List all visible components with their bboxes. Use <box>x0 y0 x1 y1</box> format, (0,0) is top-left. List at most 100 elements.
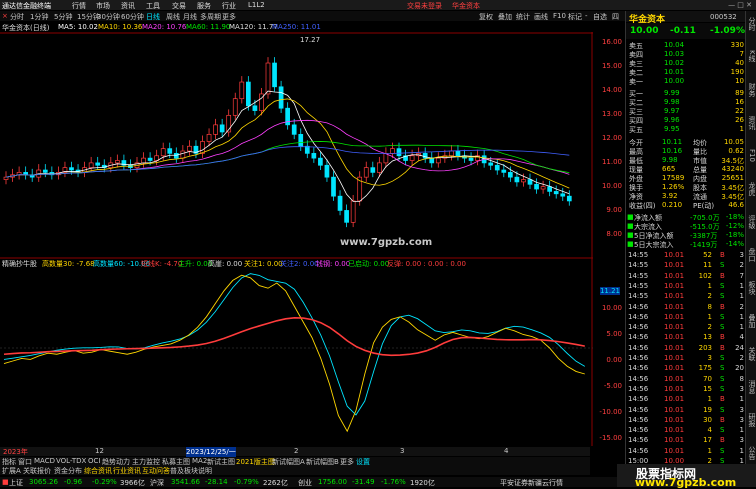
sidebar-item[interactable]: 龙虎 <box>748 182 756 196</box>
menu-item-tools[interactable]: 工具 <box>146 1 160 11</box>
tick-row[interactable]: 14:55 10.01 102 B 7 <box>626 272 746 281</box>
tick-row[interactable]: 14:56 10.01 8 B 2 <box>626 303 746 312</box>
menu-item-industry[interactable]: 行业 <box>222 1 236 11</box>
flow-row[interactable]: ■ 5日大宗流入 -1419万 -14% <box>626 240 746 249</box>
period-tab-60min[interactable]: 60分钟 <box>121 12 144 22</box>
sell-level-row[interactable]: 卖五 10.04 330 <box>626 41 746 50</box>
sidebar-item[interactable]: 关联 <box>748 347 756 361</box>
tab-fund-distribution[interactable]: 资金分布 <box>54 466 82 476</box>
buy-level-row[interactable]: 买一 9.99 89 <box>626 89 746 98</box>
tab-ma2[interactable]: MA2 <box>192 457 207 465</box>
tick-row[interactable]: 14:55 10.01 52 B 3 <box>626 251 746 260</box>
buy-level-row[interactable]: 买五 9.95 1 <box>626 125 746 134</box>
tab-sector-info[interactable]: 普及板块说明 <box>170 466 212 476</box>
sidebar-item[interactable]: 研报 <box>748 413 756 427</box>
stat-row[interactable]: 今开 10.11 均价 10.05 <box>626 138 746 147</box>
buy-level-row[interactable]: 买二 9.98 16 <box>626 98 746 107</box>
tick-row[interactable]: 14:56 10.01 15 S 3 <box>626 385 746 394</box>
tick-row[interactable]: 14:56 10.01 175 S 20 <box>626 364 746 373</box>
menu-item-news[interactable]: 资讯 <box>121 1 135 11</box>
tab-related-quotes[interactable]: 关联报价 <box>23 466 51 476</box>
menu-item-service[interactable]: 服务 <box>197 1 211 11</box>
sidebar-item[interactable]: 评级 <box>748 215 756 229</box>
toolbar-adjust[interactable]: 复权 <box>479 12 493 22</box>
toolbar-f10[interactable]: F10 <box>553 12 566 20</box>
period-tab-multi[interactable]: 多周期 <box>200 12 221 22</box>
stat-row[interactable]: 最低 9.98 市值 34.5亿 <box>626 156 746 165</box>
sidebar-item[interactable]: 板块 <box>748 281 756 295</box>
window-controls[interactable]: — □ ✕ <box>728 1 752 9</box>
tick-row[interactable]: 14:55 10.01 11 S 2 <box>626 261 746 270</box>
sell-level-row[interactable]: 卖三 10.02 40 <box>626 59 746 68</box>
tick-row[interactable]: 14:56 10.01 2 S 1 <box>626 323 746 332</box>
period-tab-more[interactable]: 更多 <box>222 12 236 22</box>
menu-item-quotes[interactable]: 行情 <box>72 1 86 11</box>
tab-ext-a[interactable]: 扩展A <box>2 466 21 476</box>
toolbar-stats[interactable]: 统计 <box>516 12 530 22</box>
sell-level-row[interactable]: 卖四 10.03 7 <box>626 50 746 59</box>
sidebar-item[interactable]: 消息 <box>748 380 756 394</box>
sell-level-row[interactable]: 卖一 10.00 10 <box>626 77 746 86</box>
tick-row[interactable]: 14:56 10.01 1 B 1 <box>626 395 746 404</box>
tab-vol-tdx[interactable]: VOL-TDX <box>56 457 86 465</box>
stat-row[interactable]: 最高 10.16 量比 0.62 <box>626 147 746 156</box>
flow-row[interactable]: ■ 大宗流入 -515.0万 -12% <box>626 222 746 231</box>
tab-industry-news[interactable]: 行业资讯 <box>113 466 141 476</box>
period-tab-daily[interactable]: 日线 <box>146 12 160 22</box>
sidebar-item[interactable]: F10 <box>748 149 756 162</box>
stat-row[interactable]: 收益(四) 0.210 PE(动) 46.6 <box>626 201 746 210</box>
period-tab-5min[interactable]: 5分钟 <box>54 12 72 22</box>
toolbar-four[interactable]: 四 <box>612 12 619 22</box>
tick-row[interactable]: 14:56 10.01 203 B 24 <box>626 344 746 353</box>
period-tab-monthly[interactable]: 月线 <box>183 12 197 22</box>
tick-row[interactable]: 14:56 10.01 1 S 1 <box>626 447 746 456</box>
period-close-icon[interactable]: × <box>2 12 8 20</box>
stat-row[interactable]: 换手 1.26% 股本 3.45亿 <box>626 183 746 192</box>
stat-row[interactable]: 现量 665 总量 43240 <box>626 165 746 174</box>
toolbar-draw[interactable]: 画线 <box>534 12 548 22</box>
sidebar-item[interactable]: 公告 <box>748 446 756 460</box>
tab-qa[interactable]: 互动问答 <box>142 466 170 476</box>
trade-login-link[interactable]: 交易未登录 <box>407 1 442 11</box>
tick-time: 14:56 <box>628 374 649 383</box>
stat-row[interactable]: 净资 3.92 流通 3.45亿 <box>626 192 746 201</box>
sidebar-item[interactable]: 叠加 <box>748 314 756 328</box>
toolbar-minus[interactable]: - <box>585 12 588 20</box>
period-tab-30min[interactable]: 30分钟 <box>97 12 120 22</box>
stat-row[interactable]: 外盘 17589 内盘 25651 <box>626 174 746 183</box>
toolbar-watchlist[interactable]: 自选 <box>593 12 607 22</box>
flow-row[interactable]: ■ 净流入额 -705.0万 -18% <box>626 213 746 222</box>
menu-item-market[interactable]: 市场 <box>96 1 110 11</box>
chart-area[interactable]: 17.27 <box>0 32 593 446</box>
toolbar-overlay[interactable]: 叠加 <box>498 12 512 22</box>
tab-general-news[interactable]: 综合资讯 <box>84 466 112 476</box>
tick-row[interactable]: 14:55 10.01 1 S 1 <box>626 282 746 291</box>
toolbar-mark[interactable]: 标记 <box>568 12 582 22</box>
tick-row[interactable]: 14:56 10.01 3 S 2 <box>626 354 746 363</box>
sidebar-item[interactable]: 资讯 <box>748 116 756 130</box>
period-tab-intraday[interactable]: 分时 <box>10 12 24 22</box>
tab-macd[interactable]: MACD <box>34 457 55 465</box>
tick-row[interactable]: 14:56 10.01 70 S 8 <box>626 375 746 384</box>
sidebar-item[interactable]: 财务 <box>748 83 756 97</box>
menu-item-trade[interactable]: 交易 <box>172 1 186 11</box>
tick-row[interactable]: 14:56 10.01 17 B 3 <box>626 436 746 445</box>
buy-level-row[interactable]: 买三 9.97 22 <box>626 107 746 116</box>
tick-row[interactable]: 14:56 10.01 1 S 1 <box>626 313 746 322</box>
sidebar-item[interactable]: 盘口 <box>748 248 756 262</box>
sidebar-item[interactable]: K线 <box>748 50 756 62</box>
tick-row[interactable]: 14:56 10.01 30 B 3 <box>626 416 746 425</box>
period-tab-weekly[interactable]: 周线 <box>166 12 180 22</box>
tick-row[interactable]: 14:56 10.01 13 B 4 <box>626 333 746 342</box>
sell-level-row[interactable]: 卖二 10.01 190 <box>626 68 746 77</box>
buy-level-row[interactable]: 买四 9.96 26 <box>626 116 746 125</box>
sidebar-item[interactable]: 分时 <box>748 17 756 31</box>
tick-time: 14:56 <box>628 333 649 342</box>
tab-oci[interactable]: OCI <box>88 457 100 465</box>
tick-row[interactable]: 14:56 10.01 4 S 1 <box>626 426 746 435</box>
tick-row[interactable]: 14:55 10.01 2 S 1 <box>626 292 746 301</box>
period-tab-1min[interactable]: 1分钟 <box>30 12 48 22</box>
tick-row[interactable]: 14:56 10.01 19 S 3 <box>626 406 746 415</box>
menu-item-l1l2[interactable]: L1L2 <box>248 1 265 9</box>
flow-row[interactable]: ■ 5日净流入额 -3387万 -18% <box>626 231 746 240</box>
